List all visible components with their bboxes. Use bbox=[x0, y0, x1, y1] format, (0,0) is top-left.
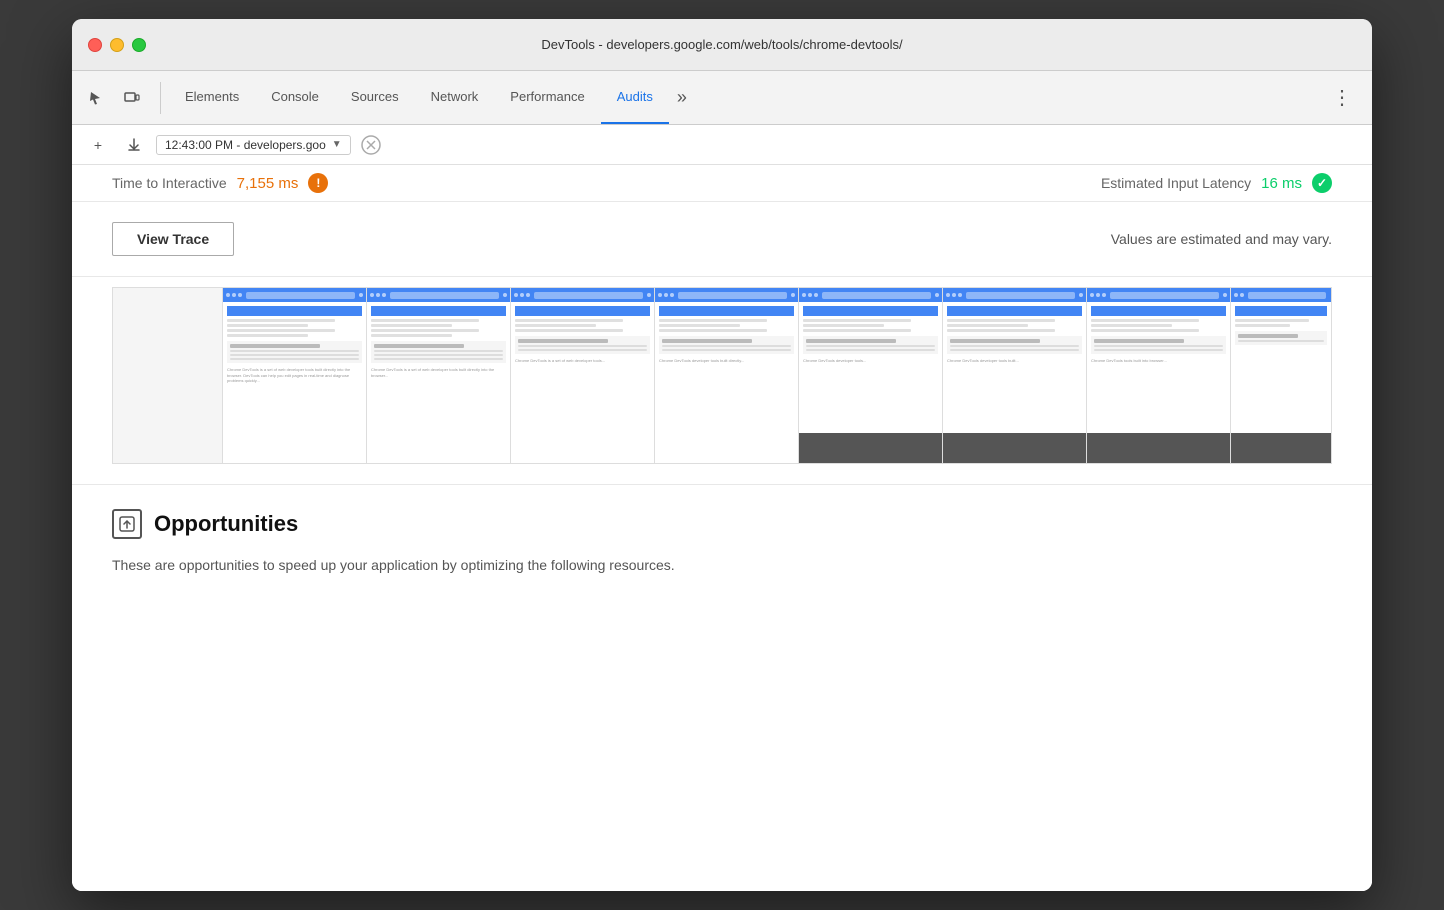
opportunities-title: Opportunities bbox=[154, 511, 298, 537]
opportunities-section: Opportunities These are opportunities to… bbox=[72, 485, 1372, 600]
filmstrip-frame[interactable]: Chrome DevTools developer tools built di… bbox=[655, 288, 799, 463]
filmstrip-frame[interactable]: Chrome DevTools is a set of web develope… bbox=[223, 288, 367, 463]
minimize-button[interactable] bbox=[110, 38, 124, 52]
devtools-panel: Elements Console Sources Network Perform… bbox=[72, 71, 1372, 891]
tab-performance[interactable]: Performance bbox=[494, 71, 600, 124]
opportunities-icon bbox=[112, 509, 142, 539]
view-trace-button[interactable]: View Trace bbox=[112, 222, 234, 256]
tab-network[interactable]: Network bbox=[415, 71, 495, 124]
tti-icon: ! bbox=[308, 173, 328, 193]
tab-bar: Elements Console Sources Network Perform… bbox=[72, 71, 1372, 125]
device-toolbar-icon[interactable] bbox=[116, 82, 148, 114]
eil-label: Estimated Input Latency bbox=[1101, 175, 1251, 191]
tti-value: 7,155 ms bbox=[237, 175, 299, 192]
tab-console[interactable]: Console bbox=[255, 71, 335, 124]
time-to-interactive-metric: Time to Interactive 7,155 ms ! bbox=[112, 173, 328, 193]
devtools-window: DevTools - developers.google.com/web/too… bbox=[72, 19, 1372, 891]
estimate-text: Values are estimated and may vary. bbox=[1111, 231, 1332, 247]
estimated-input-latency-metric: Estimated Input Latency 16 ms ✓ bbox=[1101, 173, 1332, 193]
trace-section: View Trace Values are estimated and may … bbox=[72, 202, 1372, 277]
tab-audits[interactable]: Audits bbox=[601, 71, 669, 124]
session-selector[interactable]: 12:43:00 PM - developers.goo ▼ bbox=[156, 135, 351, 155]
close-button[interactable] bbox=[88, 38, 102, 52]
filmstrip-frame[interactable]: Chrome DevTools tools built into browser… bbox=[1087, 288, 1231, 463]
filmstrip-frame[interactable]: Chrome DevTools is a set of web develope… bbox=[511, 288, 655, 463]
tab-bar-icons bbox=[80, 82, 161, 114]
filmstrip-blank-frame bbox=[113, 288, 223, 463]
main-content[interactable]: Time to Interactive 7,155 ms ! Estimated… bbox=[72, 165, 1372, 891]
filmstrip-section: Chrome DevTools is a set of web develope… bbox=[72, 277, 1372, 485]
filmstrip-frame[interactable]: Chrome DevTools developer tools... bbox=[799, 288, 943, 463]
maximize-button[interactable] bbox=[132, 38, 146, 52]
tab-sources[interactable]: Sources bbox=[335, 71, 415, 124]
download-button[interactable] bbox=[120, 131, 148, 159]
session-label: 12:43:00 PM - developers.goo bbox=[165, 138, 326, 152]
filmstrip-container: Chrome DevTools is a set of web develope… bbox=[112, 287, 1332, 464]
tab-elements[interactable]: Elements bbox=[169, 71, 255, 124]
filmstrip-frame[interactable] bbox=[1231, 288, 1331, 463]
eil-value: 16 ms bbox=[1261, 175, 1302, 192]
filmstrip-frame[interactable]: Chrome DevTools is a set of web develope… bbox=[367, 288, 511, 463]
window-title: DevTools - developers.google.com/web/too… bbox=[541, 37, 902, 52]
session-chevron-icon: ▼ bbox=[332, 139, 342, 150]
opportunities-description: These are opportunities to speed up your… bbox=[112, 555, 1332, 576]
stop-recording-button[interactable] bbox=[359, 133, 383, 157]
title-bar: DevTools - developers.google.com/web/too… bbox=[72, 19, 1372, 71]
add-button[interactable]: + bbox=[84, 131, 112, 159]
opportunities-header: Opportunities bbox=[112, 509, 1332, 539]
metrics-row: Time to Interactive 7,155 ms ! Estimated… bbox=[72, 165, 1372, 202]
tab-bar-end: ⋮ bbox=[1328, 81, 1364, 114]
more-tabs-button[interactable]: » bbox=[669, 71, 695, 124]
filmstrip-frame[interactable]: Chrome DevTools developer tools built... bbox=[943, 288, 1087, 463]
settings-dots-button[interactable]: ⋮ bbox=[1328, 81, 1356, 114]
traffic-lights bbox=[88, 38, 146, 52]
cursor-icon[interactable] bbox=[80, 82, 112, 114]
tabs-container: Elements Console Sources Network Perform… bbox=[169, 71, 695, 124]
tti-label: Time to Interactive bbox=[112, 175, 227, 191]
toolbar: + 12:43:00 PM - developers.goo ▼ bbox=[72, 125, 1372, 165]
eil-icon: ✓ bbox=[1312, 173, 1332, 193]
